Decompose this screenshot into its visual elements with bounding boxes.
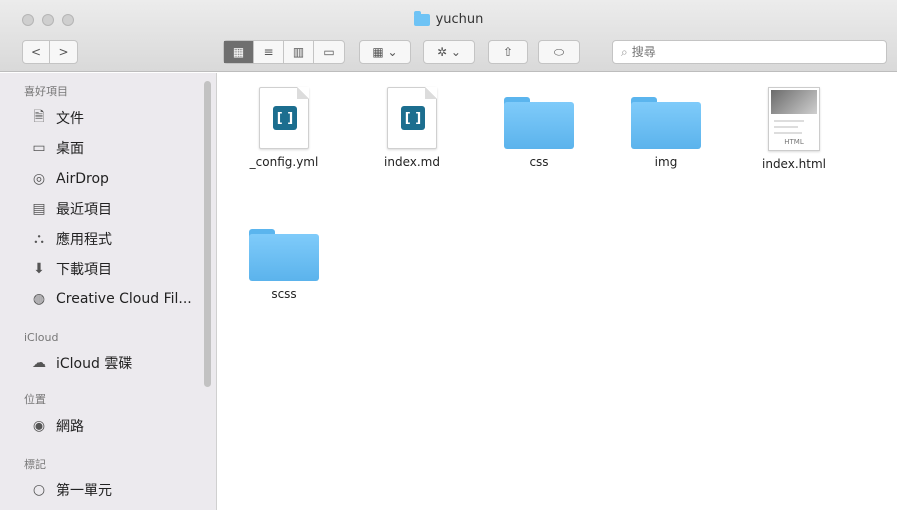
sidebar-item-applications[interactable]: ⛬ 應用程式: [30, 228, 210, 250]
folder-icon: [631, 97, 701, 149]
desktop-icon: ▭: [32, 140, 46, 156]
tags-section-label: 標記: [24, 458, 46, 471]
html-thumbnail-icon: HTML: [768, 87, 820, 151]
file-grid: [ ] _config.yml [ ] index.md css img HTM…: [218, 73, 897, 510]
tag-button[interactable]: ⬭: [538, 40, 580, 64]
sidebar-item-label: 應用程式: [56, 232, 112, 248]
icon-view-button[interactable]: ▦: [224, 41, 254, 63]
sidebar-item-airdrop[interactable]: ◎ AirDrop: [30, 168, 210, 190]
file-name: img: [654, 155, 678, 169]
tag-dot-icon: ○: [32, 482, 46, 498]
sidebar-item-label: 網路: [56, 419, 84, 435]
downloads-icon: ⬇: [33, 261, 45, 277]
gallery-view-button[interactable]: ▭: [314, 41, 344, 63]
file-name: css: [529, 155, 549, 169]
folder-icon: [249, 229, 319, 281]
sidebar-item-creative-cloud[interactable]: ◍ Creative Cloud Fil...: [30, 288, 210, 310]
icloud-section-label: iCloud: [24, 331, 59, 344]
sidebar-item-label: 桌面: [56, 141, 84, 157]
view-switcher: ▦ ≡ ▥ ▭: [223, 40, 345, 64]
sidebar-item-desktop[interactable]: ▭ 桌面: [30, 137, 210, 159]
favorites-section-label: 喜好項目: [24, 85, 68, 98]
list-view-button[interactable]: ≡: [254, 41, 284, 63]
folder-item-img[interactable]: img: [611, 87, 721, 169]
network-icon: ◉: [32, 418, 46, 434]
sidebar-item-network[interactable]: ◉ 網路: [30, 415, 210, 437]
toolbar: yuchun < > ▦ ≡ ▥ ▭ ▦ ⌄ ✲ ⌄ ⇧ ⬭ ⌕: [0, 0, 897, 72]
folder-icon: [504, 97, 574, 149]
applications-icon: ⛬: [34, 231, 44, 247]
sidebar-item-recents[interactable]: ▤ 最近項目: [30, 198, 210, 220]
thumbnail-label: HTML: [784, 138, 804, 146]
sidebar-item-documents[interactable]: 🗎 文件: [30, 107, 210, 129]
file-item-config[interactable]: [ ] _config.yml: [229, 87, 339, 169]
window-title-text: yuchun: [435, 12, 484, 27]
folder-item-scss[interactable]: scss: [229, 219, 339, 301]
sidebar-item-label: 文件: [56, 111, 84, 127]
sidebar: 喜好項目 🗎 文件 ▭ 桌面 ◎ AirDrop ▤ 最近項目 ⛬ 應用程式 ⬇…: [0, 73, 217, 510]
file-name: scss: [271, 287, 297, 301]
file-name: _config.yml: [249, 155, 319, 169]
creative-cloud-icon: ◍: [32, 291, 46, 307]
column-view-button[interactable]: ▥: [284, 41, 314, 63]
finder-window: yuchun < > ▦ ≡ ▥ ▭ ▦ ⌄ ✲ ⌄ ⇧ ⬭ ⌕ 喜好項: [0, 0, 897, 510]
file-name: index.md: [384, 155, 440, 169]
file-item-index-md[interactable]: [ ] index.md: [357, 87, 467, 169]
forward-button[interactable]: >: [50, 41, 77, 63]
group-button[interactable]: ▦ ⌄: [359, 40, 411, 64]
action-button[interactable]: ✲ ⌄: [423, 40, 475, 64]
share-button[interactable]: ⇧: [488, 40, 528, 64]
sidebar-item-label: 下載項目: [56, 262, 112, 278]
search-icon: ⌕: [621, 44, 628, 59]
file-item-index-html[interactable]: HTML index.html: [739, 87, 849, 171]
sidebar-item-label: 第一單元: [56, 483, 112, 499]
folder-icon: [413, 10, 430, 26]
airdrop-icon: ◎: [32, 171, 46, 187]
sidebar-item-tag-unit-one[interactable]: ○ 第一單元: [30, 479, 210, 501]
search-field[interactable]: ⌕: [612, 40, 887, 64]
brackets-document-icon: [ ]: [387, 87, 437, 149]
sidebar-item-label: Creative Cloud Fil...: [56, 291, 192, 307]
file-name: index.html: [762, 157, 826, 171]
recents-icon: ▤: [32, 201, 46, 217]
brackets-document-icon: [ ]: [259, 87, 309, 149]
sidebar-item-label: 最近項目: [56, 202, 112, 218]
nav-buttons: < >: [22, 40, 78, 64]
document-icon: 🗎: [33, 109, 45, 125]
window-title: yuchun: [0, 10, 897, 27]
folder-item-css[interactable]: css: [484, 87, 594, 169]
back-button[interactable]: <: [23, 41, 50, 63]
search-input[interactable]: [631, 45, 872, 59]
sidebar-item-downloads[interactable]: ⬇ 下載項目: [30, 258, 210, 280]
sidebar-item-label: iCloud 雲碟: [56, 356, 133, 372]
sidebar-item-icloud-drive[interactable]: ☁ iCloud 雲碟: [30, 352, 210, 374]
cloud-icon: ☁: [32, 355, 46, 371]
locations-section-label: 位置: [24, 393, 46, 406]
sidebar-item-label: AirDrop: [56, 171, 109, 187]
